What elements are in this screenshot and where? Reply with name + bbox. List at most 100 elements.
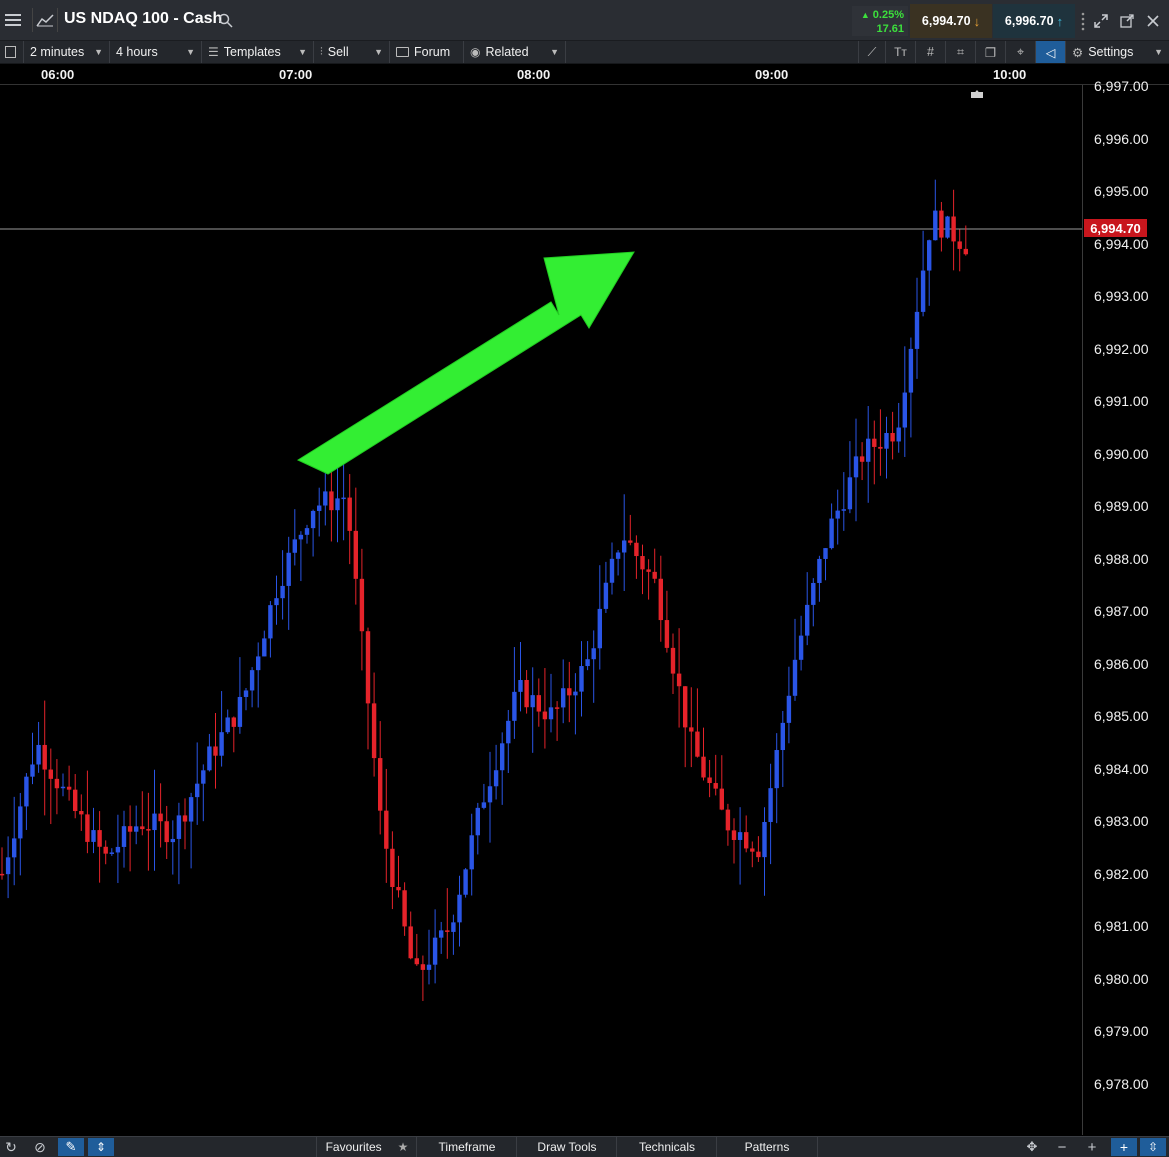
drag-handle-icon[interactable] [1079,10,1087,32]
candle-up [310,510,316,529]
technicals-tab[interactable]: Technicals [616,1137,717,1157]
zoom-out-icon[interactable]: − [1052,1138,1072,1156]
candle-up [134,826,139,832]
candle-down [744,832,749,849]
candle-up [866,438,871,462]
candle-down [750,848,755,852]
candle-up [5,857,11,875]
candle-up [597,608,602,649]
related-menu[interactable]: ◉ Related ▼ [464,41,566,63]
price-axis-label: 6,988.00 [1094,551,1149,567]
close-icon[interactable] [1144,12,1162,30]
price-tag-toggle[interactable]: ◁ [1036,41,1066,63]
layers-toggle[interactable]: ❐ [976,41,1006,63]
templates-menu[interactable]: ☰ Templates ▼ [202,41,314,63]
grid-toggle[interactable]: # [916,41,946,63]
sell-price: 6,994.70 [921,14,971,28]
range-select[interactable]: 4 hours ▼ [110,41,202,63]
popout-icon[interactable] [1118,12,1136,30]
price-axis-label: 6,997.00 [1094,78,1149,94]
candle-down [396,886,401,891]
price-axis-label: 6,983.00 [1094,813,1149,829]
line-tool-icon: ⟋ [867,44,877,59]
candle-up [121,826,127,847]
candle-down [164,821,169,843]
price-axis-label: 6,980.00 [1094,971,1149,987]
draw-tools-tab[interactable]: Draw Tools [516,1137,617,1157]
candle-down [408,926,413,959]
pencil-icon[interactable]: ✎ [58,1138,84,1156]
forum-button[interactable]: Forum [390,41,464,63]
crosshair-toggle[interactable]: ⌖ [1006,41,1036,63]
crosshair-grid-toggle[interactable]: ⌗ [946,41,976,63]
candle-up [798,635,804,660]
layers-icon: ❐ [984,45,997,60]
candle-up [811,582,816,605]
candle-down [683,686,688,728]
candle-up [518,679,523,692]
candle-up [506,720,511,744]
sell-price-button[interactable]: 6,994.70 ↓ [910,4,992,38]
fit-vertical-icon[interactable]: ⇳ [1140,1138,1166,1156]
candle-up [884,433,889,449]
search-icon[interactable] [217,12,233,28]
settings-menu[interactable]: ⚙ Settings ▼ [1066,41,1169,63]
candle-up [847,477,853,510]
draw-line-tool[interactable]: ⟋ [858,41,886,63]
text-tool[interactable]: Tт [886,41,916,63]
candle-down [695,731,700,757]
candle-up [817,558,822,583]
candle-down [652,571,657,579]
candle-up [432,937,438,965]
price-chart[interactable] [0,85,1169,1135]
gear-icon: ⚙ [1072,45,1084,60]
chart-line-icon[interactable] [32,8,58,32]
price-axis-label: 6,992.00 [1094,341,1149,357]
candle-up [237,696,243,727]
change-absolute: 17.61 [876,23,904,35]
move-icon[interactable]: ✥ [1022,1138,1042,1156]
candle-up [603,582,609,609]
sell-menu[interactable]: ⫶ Sell ▼ [314,41,390,63]
candle-down [73,789,78,812]
buy-price-button[interactable]: 6,996.70 ↑ [993,4,1075,38]
candle-down [85,814,90,842]
candle-up [12,838,17,858]
price-axis-label: 6,994.00 [1094,236,1149,252]
candle-up [286,552,291,586]
interval-label: 2 minutes [30,45,85,59]
favourites-tab[interactable]: Favourites ★ [316,1137,417,1157]
candle-down [524,679,529,708]
move-updown-icon[interactable]: ⇕ [88,1138,114,1156]
candle-down [353,530,358,579]
menu-icon[interactable] [4,11,22,29]
chevron-down-icon: ▼ [1154,47,1163,57]
candle-up [451,922,456,932]
favourites-label: Favourites [325,1140,382,1154]
candle-up [780,722,785,751]
patterns-tab[interactable]: Patterns [716,1137,818,1157]
no-symbol-icon[interactable]: ⊘ [30,1138,50,1156]
candle-up [481,802,487,808]
candle-down [756,851,761,858]
candle-up [36,744,41,765]
candle-up [737,832,743,840]
crosshair-add-icon[interactable]: + [1111,1138,1137,1156]
price-axis-label: 6,984.00 [1094,761,1149,777]
refresh-icon[interactable]: ↻ [2,1138,20,1156]
candle-up [304,528,310,535]
price-axis-label: 6,981.00 [1094,918,1149,934]
candle-down [731,830,737,840]
candle-up [170,838,175,843]
candle-up [927,240,932,271]
zoom-in-icon[interactable]: + [1082,1138,1102,1156]
candle-up [768,788,773,822]
candle-down [390,848,395,887]
expand-icon[interactable] [1092,12,1110,30]
candle-up [579,666,584,692]
candle-down [719,788,724,810]
details-toggle[interactable] [0,41,24,63]
timeframe-tab[interactable]: Timeframe [416,1137,517,1157]
interval-select[interactable]: 2 minutes ▼ [24,41,110,63]
candle-up [561,688,566,708]
